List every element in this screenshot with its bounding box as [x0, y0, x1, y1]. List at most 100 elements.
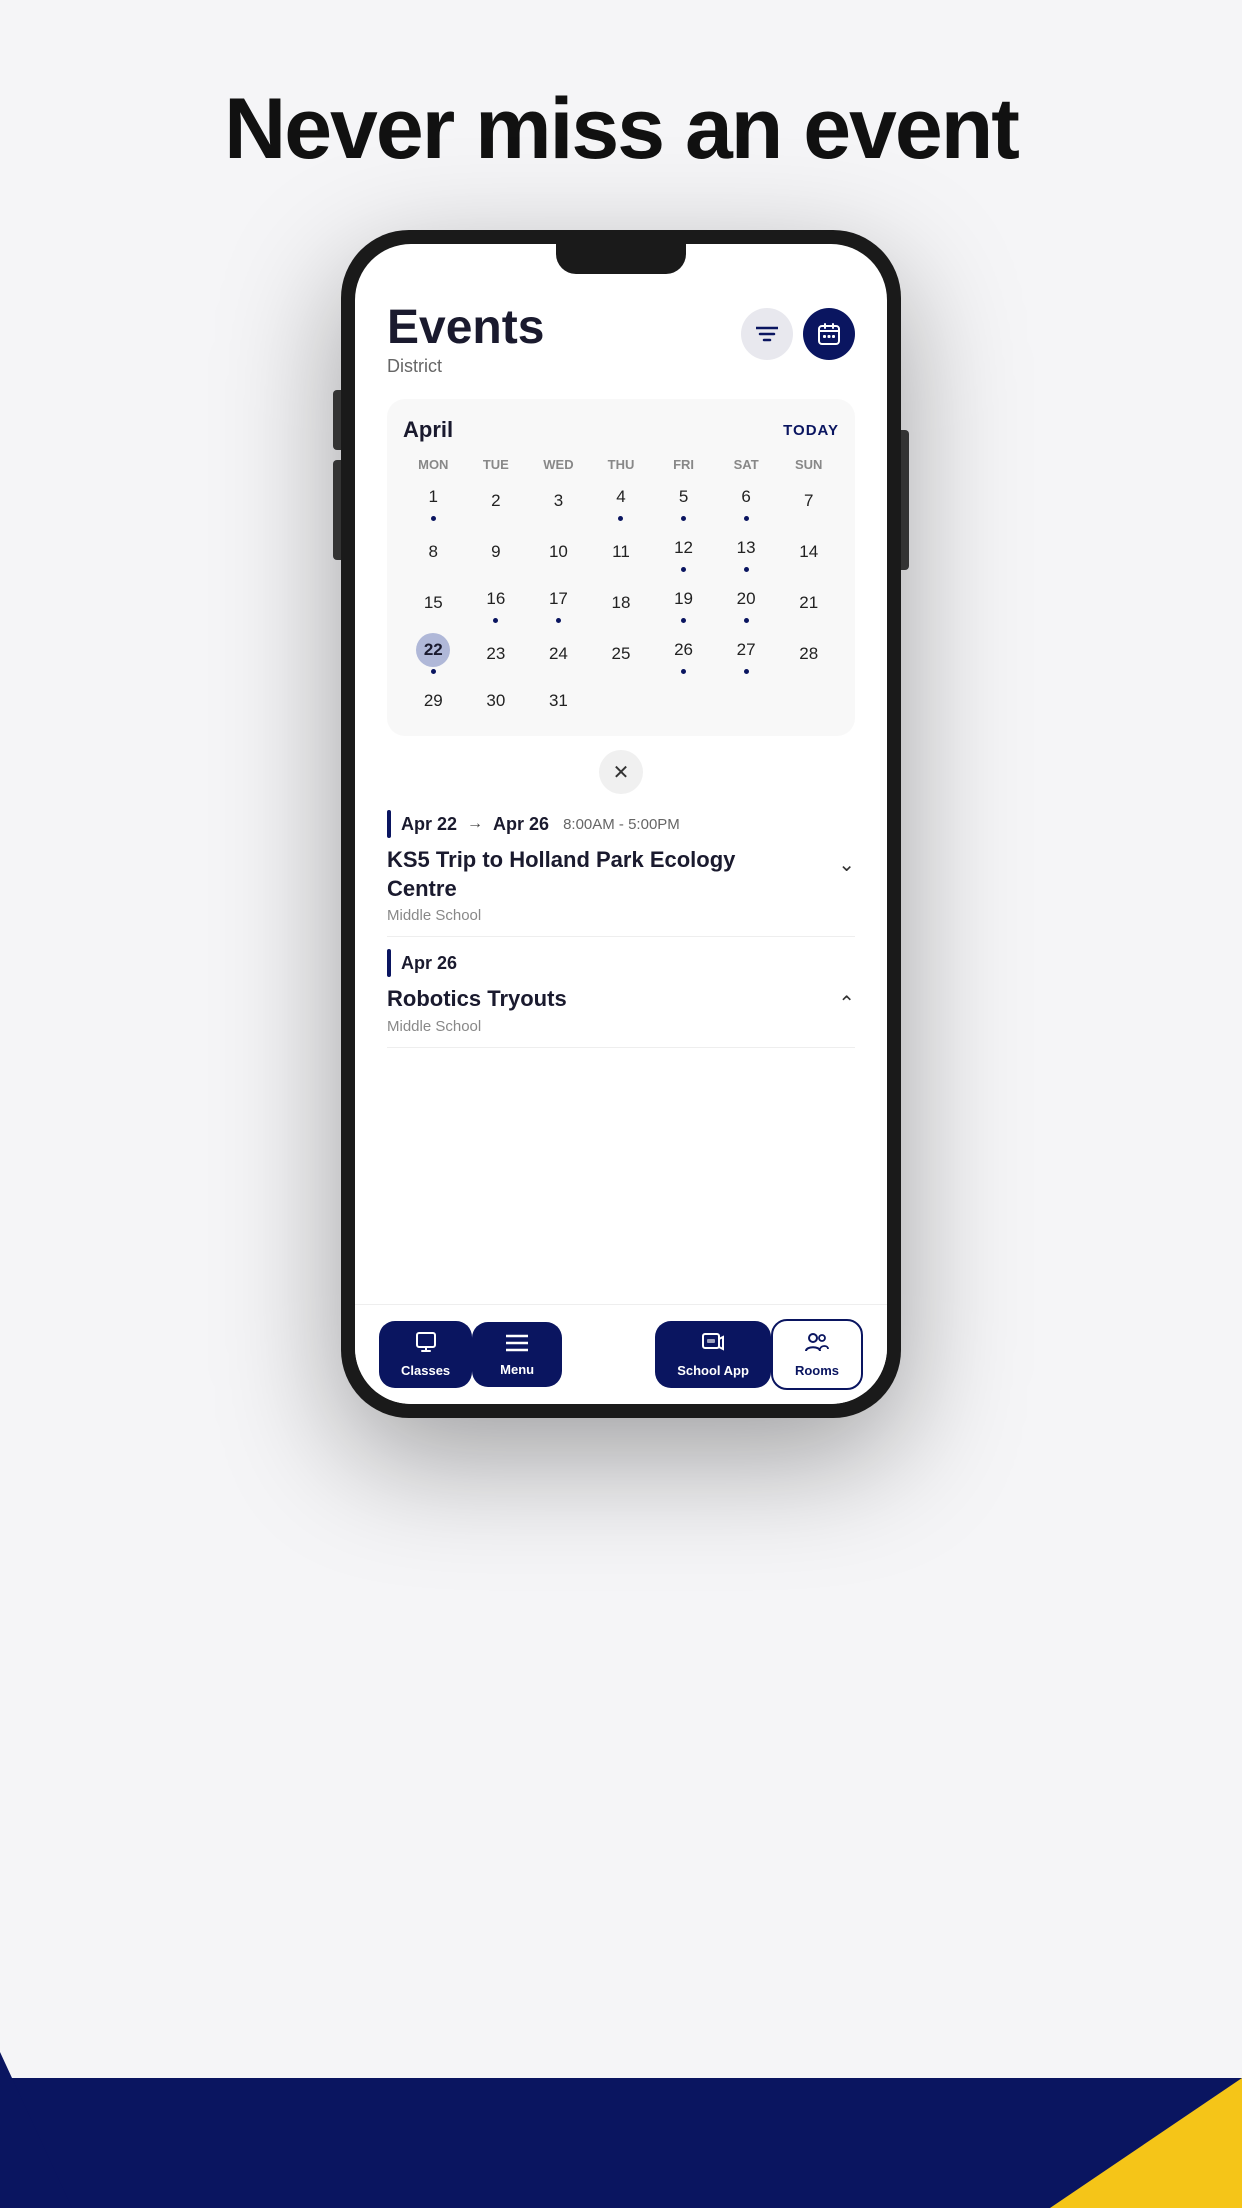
- cal-day-num: 5: [667, 480, 701, 514]
- calendar-view-button[interactable]: [803, 308, 855, 360]
- nav-item-rooms[interactable]: Rooms: [771, 1319, 863, 1390]
- classes-icon: [415, 1331, 437, 1359]
- cal-day-cell[interactable]: [716, 680, 777, 722]
- cal-day-num: 28: [792, 637, 826, 671]
- cal-day-num: 6: [729, 480, 763, 514]
- cal-day-cell[interactable]: 5: [653, 476, 714, 525]
- cal-day-cell[interactable]: 8: [403, 527, 464, 576]
- chevron-up-icon-2[interactable]: ⌃: [838, 991, 855, 1016]
- events-title-block: Events District: [387, 304, 544, 377]
- calendar-grid: MON TUE WED THU FRI SAT SUN: [403, 453, 839, 476]
- cal-day-cell[interactable]: 20: [716, 578, 777, 627]
- cal-dot: [744, 669, 749, 674]
- filter-button[interactable]: [741, 308, 793, 360]
- cal-day-cell[interactable]: 24: [528, 629, 589, 678]
- cal-dot: [744, 516, 749, 521]
- cal-day-num: 4: [604, 480, 638, 514]
- cal-day-num: 31: [541, 684, 575, 718]
- schoolapp-icon: [702, 1331, 724, 1359]
- cal-day-num: 18: [604, 586, 638, 620]
- cal-day-cell[interactable]: 13: [716, 527, 777, 576]
- cal-day-cell[interactable]: 30: [466, 680, 527, 722]
- cal-day-cell[interactable]: 18: [591, 578, 652, 627]
- cal-day-cell[interactable]: 15: [403, 578, 464, 627]
- cal-day-cell[interactable]: 6: [716, 476, 777, 525]
- events-header: Events District: [387, 304, 855, 377]
- phone-side-btn-left2: [333, 460, 341, 560]
- cal-day-cell[interactable]: 19: [653, 578, 714, 627]
- cal-day-cell[interactable]: [653, 680, 714, 722]
- cal-day-cell[interactable]: 2: [466, 476, 527, 525]
- nav-label-classes: Classes: [401, 1363, 450, 1378]
- cal-dow-wed: WED: [528, 453, 589, 476]
- cal-day-num: 2: [479, 484, 513, 518]
- close-calendar-button[interactable]: ✕: [599, 750, 643, 794]
- cal-day-cell[interactable]: 29: [403, 680, 464, 722]
- event-date-bar-1: [387, 810, 391, 838]
- event-item-1-content: KS5 Trip to Holland Park Ecology Centre …: [387, 846, 767, 924]
- phone-frame: Events District: [341, 230, 901, 1418]
- calendar-card: April TODAY MON TUE WED THU FRI SAT SUN: [387, 399, 855, 736]
- nav-item-schoolapp[interactable]: School App: [655, 1321, 771, 1388]
- cal-day-cell[interactable]: 4: [591, 476, 652, 525]
- cal-dot: [681, 618, 686, 623]
- cal-day-num: 25: [604, 637, 638, 671]
- cal-day-cell[interactable]: 23: [466, 629, 527, 678]
- chevron-down-icon-1[interactable]: ⌄: [838, 852, 855, 877]
- cal-dot: [431, 669, 436, 674]
- bottom-nav: Classes Menu: [355, 1304, 887, 1404]
- event-time-1: 8:00AM - 5:00PM: [563, 816, 680, 833]
- cal-day-cell[interactable]: 10: [528, 527, 589, 576]
- cal-day-cell[interactable]: 14: [778, 527, 839, 576]
- cal-dot: [618, 516, 623, 521]
- event-item-2[interactable]: Robotics Tryouts Middle School ⌃: [387, 985, 855, 1048]
- cal-day-num: 17: [541, 582, 575, 616]
- cal-day-cell[interactable]: 17: [528, 578, 589, 627]
- cal-dow-tue: TUE: [466, 453, 527, 476]
- cal-day-cell[interactable]: 21: [778, 578, 839, 627]
- cal-day-cell[interactable]: 26: [653, 629, 714, 678]
- cal-day-cell[interactable]: 11: [591, 527, 652, 576]
- calendar-month: April: [403, 417, 453, 443]
- cal-day-num: 12: [667, 531, 701, 565]
- cal-day-cell[interactable]: 25: [591, 629, 652, 678]
- cal-day-cell[interactable]: 28: [778, 629, 839, 678]
- event-item-1[interactable]: KS5 Trip to Holland Park Ecology Centre …: [387, 846, 855, 937]
- nav-item-menu[interactable]: Menu: [472, 1322, 562, 1387]
- cal-day-num: 29: [416, 684, 450, 718]
- today-button[interactable]: TODAY: [783, 422, 839, 439]
- cal-day-num: 13: [729, 531, 763, 565]
- cal-day-cell[interactable]: 27: [716, 629, 777, 678]
- cal-day-cell[interactable]: 31: [528, 680, 589, 722]
- event-date-bar-2: [387, 949, 391, 977]
- calendar-header: April TODAY: [403, 417, 839, 443]
- cal-dot: [744, 618, 749, 623]
- cal-day-num: 22: [416, 633, 450, 667]
- cal-dow-thu: THU: [591, 453, 652, 476]
- calendar-icon: [817, 322, 841, 346]
- nav-label-schoolapp: School App: [677, 1363, 749, 1378]
- event-date-start-1: Apr 22: [401, 814, 457, 835]
- cal-dot: [681, 567, 686, 572]
- cal-day-cell[interactable]: 9: [466, 527, 527, 576]
- phone-side-btn-right: [901, 430, 909, 570]
- event-section-2: Apr 26 Robotics Tryouts Middle School ⌃: [387, 949, 855, 1048]
- cal-dow-fri: FRI: [653, 453, 714, 476]
- cal-day-cell[interactable]: 7: [778, 476, 839, 525]
- cal-day-cell[interactable]: 16: [466, 578, 527, 627]
- nav-item-classes[interactable]: Classes: [379, 1321, 472, 1388]
- cal-dot: [681, 516, 686, 521]
- nav-label-rooms: Rooms: [795, 1363, 839, 1378]
- cal-dot: [431, 516, 436, 521]
- nav-label-menu: Menu: [500, 1362, 534, 1377]
- event-title-1: KS5 Trip to Holland Park Ecology Centre: [387, 846, 767, 903]
- cal-day-num: 19: [667, 582, 701, 616]
- cal-day-cell[interactable]: 12: [653, 527, 714, 576]
- phone-wrapper: Events District: [341, 230, 901, 1418]
- cal-day-num: 8: [416, 535, 450, 569]
- cal-day-cell[interactable]: [591, 680, 652, 722]
- cal-day-cell[interactable]: [778, 680, 839, 722]
- cal-day-cell[interactable]: 22: [403, 629, 464, 678]
- cal-day-cell[interactable]: 1: [403, 476, 464, 525]
- cal-day-cell[interactable]: 3: [528, 476, 589, 525]
